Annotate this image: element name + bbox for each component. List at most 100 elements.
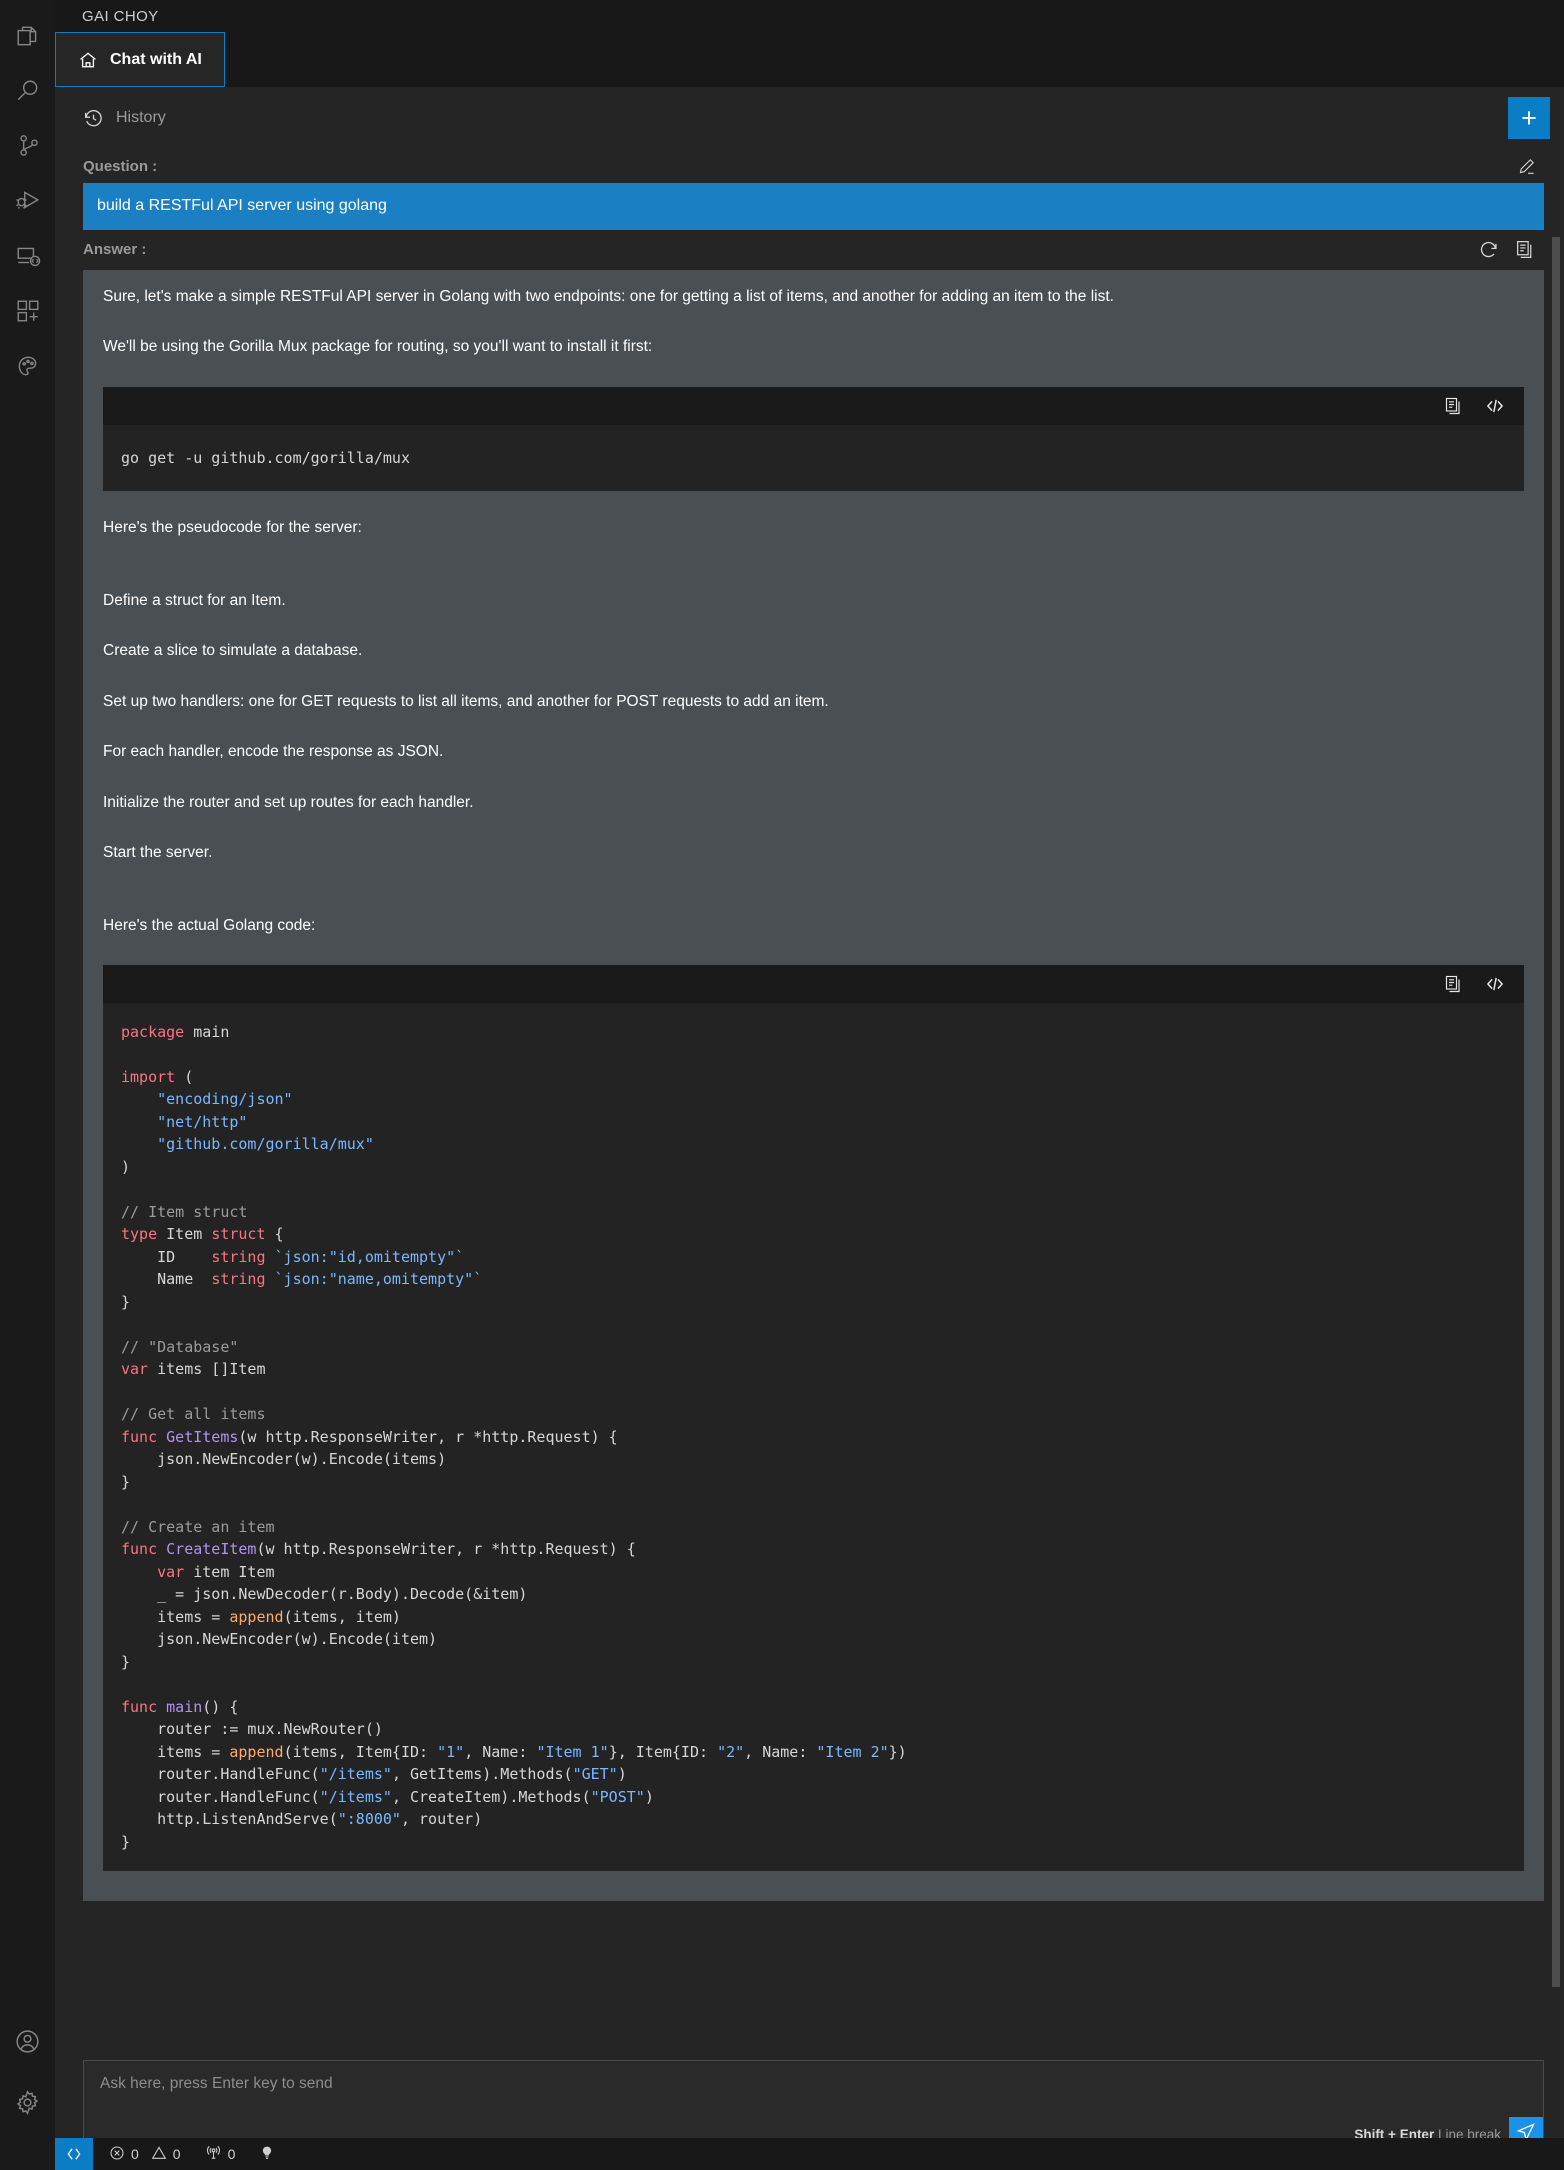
- pseudocode-step: Initialize the router and set up routes …: [103, 793, 474, 811]
- code-token: ): [617, 1765, 627, 1784]
- vertical-scrollbar[interactable]: [1552, 237, 1560, 1987]
- ai-assistant-icon[interactable]: [0, 338, 55, 393]
- question-bubble[interactable]: build a RESTFul API server using golang: [83, 183, 1544, 230]
- new-chat-button[interactable]: +: [1508, 97, 1550, 139]
- answer-label: Answer :: [83, 241, 147, 259]
- code-token: , Name:: [744, 1742, 817, 1761]
- code-token: items =: [121, 1607, 230, 1626]
- ports-forwarded[interactable]: 0: [191, 2138, 246, 2170]
- run-and-debug-icon[interactable]: [0, 173, 55, 228]
- code-icon[interactable]: [1484, 974, 1506, 994]
- code-token: ID: [121, 1247, 212, 1266]
- explorer-icon[interactable]: [0, 8, 55, 63]
- code-token: `json:"name,omitempty"`: [274, 1270, 483, 1289]
- code-token: "1": [437, 1742, 465, 1761]
- problems-errors[interactable]: 0: [93, 2138, 149, 2170]
- code-token: items []Item: [148, 1360, 266, 1379]
- history-button[interactable]: History: [83, 108, 166, 129]
- problems-warnings[interactable]: 0: [149, 2138, 191, 2170]
- source-control-icon[interactable]: [0, 118, 55, 173]
- code-token: // Item struct: [121, 1202, 248, 1221]
- error-icon: [109, 2145, 125, 2164]
- golang-code-text: package main import ( "encoding/json" "n…: [103, 1002, 1524, 1872]
- code-token: "/items": [319, 1787, 392, 1806]
- code-token: func: [121, 1540, 158, 1559]
- code-token: GetItems: [166, 1427, 239, 1446]
- tab-label: Chat with AI: [110, 50, 202, 68]
- install-code-toolbar: [103, 386, 1524, 425]
- code-token: package: [121, 1022, 185, 1041]
- home-icon: [78, 50, 98, 70]
- copy-icon[interactable]: [1515, 239, 1536, 260]
- remote-explorer-icon[interactable]: [0, 228, 55, 283]
- history-bar: History +: [55, 87, 1564, 149]
- radio-tower-icon: [205, 2144, 222, 2164]
- code-token: json.NewEncoder(w).Encode(item): [121, 1630, 438, 1649]
- code-token: (items, Item{ID:: [283, 1742, 438, 1761]
- copy-icon[interactable]: [1444, 396, 1464, 416]
- golang-code-toolbar: [103, 964, 1524, 1003]
- install-code-text: go get -u github.com/gorilla/mux: [103, 424, 1524, 492]
- code-token: "2": [717, 1742, 745, 1761]
- chat-panel: History + Question : build a RESTFul API…: [55, 87, 1564, 2170]
- pseudocode-step: Start the server.: [103, 844, 213, 862]
- question-header: Question :: [83, 149, 1544, 183]
- pencil-icon[interactable]: [1517, 157, 1536, 176]
- code-token: main: [184, 1022, 230, 1041]
- answer-body: Sure, let's make a simple RESTFul API se…: [83, 269, 1544, 1902]
- code-token: http.ListenAndServe(: [121, 1810, 338, 1829]
- refresh-icon[interactable]: [1478, 239, 1499, 260]
- code-token: (w http.ResponseWriter, r *http.Request)…: [238, 1427, 618, 1446]
- code-token: main: [166, 1697, 203, 1716]
- code-token: items =: [121, 1742, 230, 1761]
- code-token: , router): [400, 1810, 483, 1829]
- code-token: // "Database": [121, 1337, 239, 1356]
- pseudocode-step: For each handler, encode the response as…: [103, 743, 444, 761]
- status-bar: 0 0 0: [55, 2138, 1564, 2170]
- settings-icon[interactable]: [0, 2075, 55, 2130]
- code-token: append: [229, 1607, 284, 1626]
- pseudocode-intro: Here's the pseudocode for the server:: [103, 519, 362, 537]
- error-count: 0: [131, 2146, 139, 2162]
- code-token: // Get all items: [121, 1405, 266, 1424]
- pseudocode-step: Create a slice to simulate a database.: [103, 642, 363, 660]
- code-token: import: [121, 1067, 176, 1086]
- install-code-block: go get -u github.com/gorilla/mux: [103, 386, 1524, 492]
- answer-paragraph: We'll be using the Gorilla Mux package f…: [103, 338, 653, 356]
- warning-count: 0: [172, 2146, 181, 2162]
- code-token: ":8000": [337, 1810, 401, 1829]
- chat-input-placeholder: Ask here, press Enter key to send: [100, 2075, 333, 2092]
- lightbulb-icon: [259, 2145, 275, 2164]
- code-token: Name: [121, 1270, 212, 1289]
- pseudocode-step: Define a struct for an Item.: [103, 591, 286, 609]
- main-column: GAI CHOY Chat with AI History + Question…: [55, 0, 1564, 2170]
- code-token: "/items": [319, 1765, 392, 1784]
- search-icon[interactable]: [0, 63, 55, 118]
- notifications-lightbulb[interactable]: [245, 2138, 285, 2170]
- code-token: append: [229, 1742, 284, 1761]
- code-token: struct: [211, 1225, 266, 1244]
- code-token: _ = json.NewDecoder(r.Body).Decode(&item…: [121, 1585, 528, 1604]
- code-token: , Name:: [464, 1742, 537, 1761]
- remote-icon[interactable]: [55, 2138, 93, 2170]
- code-token: string: [211, 1270, 266, 1289]
- copy-icon[interactable]: [1444, 974, 1464, 994]
- golang-code-block: package main import ( "encoding/json" "n…: [103, 964, 1524, 1872]
- code-token: type: [121, 1225, 158, 1244]
- code-token: "POST": [590, 1787, 645, 1806]
- tab-chat-with-ai[interactable]: Chat with AI: [55, 32, 225, 87]
- window-title: GAI CHOY: [55, 0, 1564, 32]
- ports-count: 0: [227, 2146, 236, 2162]
- code-token: ): [121, 1157, 131, 1176]
- code-token: "Item 2": [816, 1742, 889, 1761]
- code-token: var: [157, 1562, 185, 1581]
- account-icon[interactable]: [0, 2014, 55, 2069]
- answer-paragraph: Sure, let's make a simple RESTFul API se…: [103, 287, 1114, 305]
- code-icon[interactable]: [1484, 396, 1506, 416]
- extensions-icon[interactable]: [0, 283, 55, 338]
- history-icon: [83, 108, 104, 129]
